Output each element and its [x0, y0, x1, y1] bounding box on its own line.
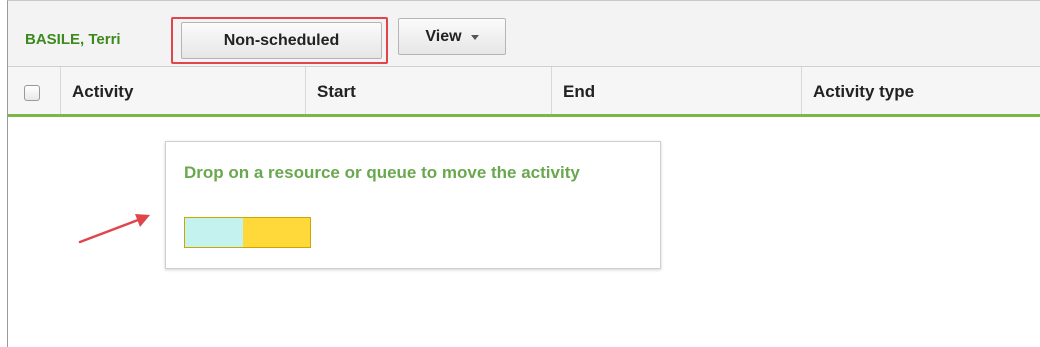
drag-drop-message: Drop on a resource or queue to move the …: [184, 163, 580, 182]
activity-chip-status-segment: [185, 218, 243, 247]
table-header: Activity Start End Activity type: [8, 67, 1040, 117]
column-header-activity[interactable]: Activity: [60, 67, 305, 114]
select-all-checkbox[interactable]: [24, 85, 40, 101]
column-header-label: End: [563, 82, 596, 101]
column-header-label: Activity: [72, 82, 134, 101]
column-header-activity-type[interactable]: Activity type: [801, 67, 1040, 114]
activity-chip-type-segment: [243, 218, 310, 247]
resource-name[interactable]: BASILE, Terri: [25, 31, 121, 48]
select-all-column: [8, 67, 60, 114]
dragged-activity-chip[interactable]: [184, 217, 311, 248]
drag-drop-tooltip: Drop on a resource or queue to move the …: [165, 141, 661, 269]
column-header-label: Start: [317, 82, 356, 101]
column-header-label: Activity type: [813, 82, 915, 101]
arrow-icon: [78, 214, 150, 244]
chevron-down-icon: [470, 35, 479, 40]
non-scheduled-button[interactable]: Non-scheduled: [181, 22, 382, 59]
column-header-start[interactable]: Start: [305, 67, 551, 114]
toolbar: BASILE, Terri Non-scheduled View: [8, 1, 1040, 67]
view-label: View: [425, 27, 462, 45]
view-dropdown-button[interactable]: View: [398, 18, 506, 55]
column-header-end[interactable]: End: [551, 67, 801, 114]
non-scheduled-label: Non-scheduled: [223, 31, 340, 49]
dispatch-panel: BASILE, Terri Non-scheduled View Activit…: [7, 0, 1040, 347]
